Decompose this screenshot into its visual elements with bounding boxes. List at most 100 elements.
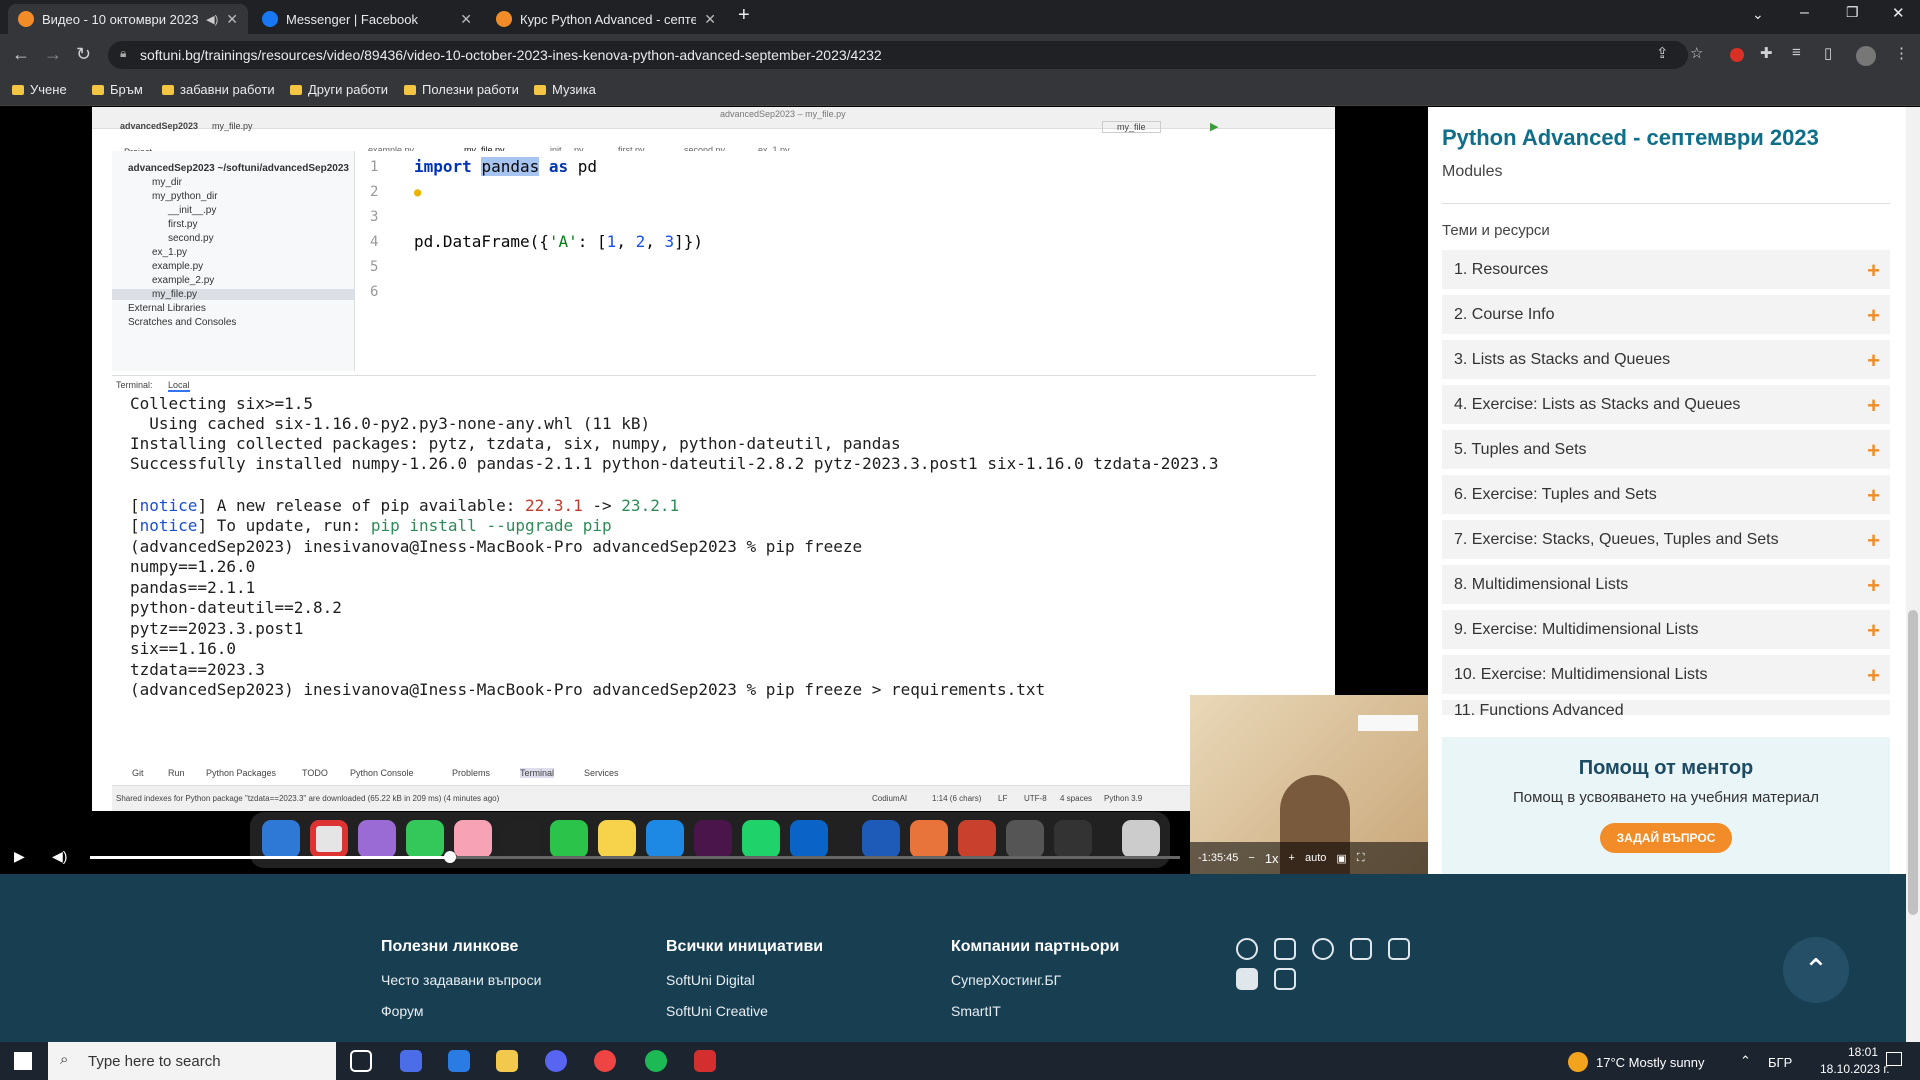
- footer-link[interactable]: Често задавани въпроси: [381, 972, 541, 988]
- new-tab-icon[interactable]: +: [738, 4, 750, 27]
- tree-item[interactable]: example_2.py: [152, 275, 214, 286]
- menu-icon[interactable]: ⋮: [1894, 44, 1909, 62]
- plus-icon[interactable]: +: [1867, 618, 1880, 644]
- scrollbar-thumb[interactable]: [1908, 610, 1918, 915]
- speed-label[interactable]: 1x: [1265, 851, 1279, 866]
- topic-item[interactable]: 9. Exercise: Multidimensional Lists +: [1442, 610, 1890, 650]
- bottom-tool-tab[interactable]: Git: [132, 768, 144, 778]
- status-item[interactable]: LF: [998, 794, 1007, 803]
- scroll-to-top-button[interactable]: ⌃: [1783, 937, 1849, 1003]
- bookmark-star-icon[interactable]: ☆: [1690, 44, 1703, 62]
- footer-link[interactable]: Форум: [381, 1003, 424, 1019]
- tree-item[interactable]: Scratches and Consoles: [128, 317, 236, 328]
- fullscreen-icon[interactable]: ⛶: [1357, 852, 1365, 865]
- tree-item[interactable]: __init__.py: [168, 205, 216, 216]
- language-indicator[interactable]: БГР: [1768, 1055, 1792, 1070]
- task-view-icon[interactable]: [350, 1050, 372, 1072]
- app-icon[interactable]: [694, 1050, 716, 1072]
- close-window-icon[interactable]: ✕: [1892, 4, 1905, 22]
- topic-item[interactable]: 6. Exercise: Tuples and Sets +: [1442, 475, 1890, 515]
- footer-link[interactable]: SmartIT: [951, 1003, 1001, 1019]
- progress-knob[interactable]: [444, 851, 456, 863]
- close-tab-icon[interactable]: ✕: [704, 11, 716, 28]
- topic-item[interactable]: 3. Lists as Stacks and Queues +: [1442, 340, 1890, 380]
- address-bar[interactable]: 🔒︎ softuni.bg/trainings/resources/video/…: [108, 41, 1688, 69]
- bottom-tool-tab[interactable]: TODO: [302, 768, 328, 778]
- tree-item[interactable]: my_python_dir: [152, 191, 218, 202]
- tab-messenger[interactable]: Messenger | Facebook ✕: [252, 4, 482, 34]
- profile-avatar[interactable]: [1856, 46, 1876, 66]
- speed-down-icon[interactable]: −: [1248, 852, 1254, 864]
- reload-icon[interactable]: ↻: [76, 44, 91, 65]
- bookmark-folder[interactable]: забавни работи: [162, 82, 275, 97]
- status-item[interactable]: CodiumAI: [872, 794, 907, 803]
- tab-video[interactable]: Видео - 10 октомври 2023 ◀) ✕: [8, 4, 248, 34]
- speaker-icon[interactable]: ◀): [206, 13, 218, 26]
- tree-item[interactable]: my_dir: [152, 177, 182, 188]
- lightbulb-icon[interactable]: ●: [414, 185, 421, 199]
- code-editor[interactable]: 1 2 3 4 5 6 import pandas as pd ● pd.Dat…: [356, 151, 1316, 371]
- youtube-icon[interactable]: [1236, 968, 1258, 990]
- tree-item[interactable]: first.py: [168, 219, 197, 230]
- pip-icon[interactable]: ▣: [1336, 852, 1346, 865]
- linkedin-icon[interactable]: [1388, 938, 1410, 960]
- plus-icon[interactable]: +: [1867, 528, 1880, 554]
- topic-item[interactable]: 1. Resources +: [1442, 250, 1890, 290]
- github-icon[interactable]: [1312, 938, 1334, 960]
- forward-icon[interactable]: →: [44, 44, 62, 65]
- back-icon[interactable]: ←: [12, 44, 30, 65]
- bookmark-folder[interactable]: Бръм: [92, 82, 143, 97]
- status-item[interactable]: 4 spaces: [1060, 794, 1092, 803]
- plus-icon[interactable]: +: [1867, 663, 1880, 689]
- bottom-tool-tab[interactable]: Python Console: [350, 768, 414, 778]
- play-icon[interactable]: ▶: [14, 848, 25, 865]
- topic-item[interactable]: 4. Exercise: Lists as Stacks and Queues +: [1442, 385, 1890, 425]
- status-item[interactable]: UTF-8: [1024, 794, 1047, 803]
- chrome-taskbar-icon[interactable]: [594, 1050, 616, 1072]
- plus-icon[interactable]: +: [1867, 438, 1880, 464]
- plus-icon[interactable]: +: [1867, 393, 1880, 419]
- bottom-tool-tab[interactable]: Run: [168, 768, 185, 778]
- plus-icon[interactable]: +: [1867, 258, 1880, 284]
- tiktok-icon[interactable]: [1350, 938, 1372, 960]
- weather-icon[interactable]: [1568, 1052, 1588, 1072]
- topic-item[interactable]: 5. Tuples and Sets +: [1442, 430, 1890, 470]
- volume-icon[interactable]: ◀): [52, 848, 67, 865]
- bottom-tool-tab[interactable]: Services: [584, 768, 619, 778]
- close-tab-icon[interactable]: ✕: [226, 11, 238, 28]
- footer-link[interactable]: СуперХостинг.БГ: [951, 972, 1061, 988]
- windows-start-icon[interactable]: [14, 1052, 32, 1070]
- side-panel-icon[interactable]: ▯: [1824, 44, 1832, 62]
- facebook-icon[interactable]: [1236, 938, 1258, 960]
- media-icon[interactable]: ≡: [1792, 44, 1801, 61]
- discord-icon[interactable]: [545, 1050, 567, 1072]
- topic-item[interactable]: 11. Functions Advanced: [1442, 700, 1890, 716]
- copilot-icon[interactable]: [400, 1050, 422, 1072]
- bottom-tool-tab-active[interactable]: Terminal: [520, 768, 555, 778]
- tab-search-icon[interactable]: ⌄: [1752, 6, 1764, 23]
- tray-chevron-icon[interactable]: ⌃: [1740, 1053, 1751, 1069]
- topic-item[interactable]: 8. Multidimensional Lists +: [1442, 565, 1890, 605]
- tree-item[interactable]: External Libraries: [128, 303, 206, 314]
- telegram-icon[interactable]: [1274, 968, 1296, 990]
- weather-text[interactable]: 17°C Mostly sunny: [1596, 1055, 1705, 1070]
- run-config-select[interactable]: my_file: [1102, 121, 1161, 133]
- tab-course[interactable]: Курс Python Advanced - септем ✕: [486, 4, 726, 34]
- status-item[interactable]: Python 3.9: [1104, 794, 1142, 803]
- footer-link[interactable]: SoftUni Digital: [666, 972, 755, 988]
- quality-label[interactable]: auto: [1305, 852, 1326, 864]
- run-icon[interactable]: ▶: [1210, 120, 1218, 133]
- course-title[interactable]: Python Advanced - септември 2023: [1442, 125, 1819, 151]
- plus-icon[interactable]: +: [1867, 573, 1880, 599]
- file-explorer-icon[interactable]: [496, 1050, 518, 1072]
- topic-item[interactable]: 2. Course Info +: [1442, 295, 1890, 335]
- terminal-local-tab[interactable]: Local: [168, 380, 190, 392]
- bookmark-folder[interactable]: Полезни работи: [404, 82, 519, 97]
- bookmark-folder[interactable]: Учене: [12, 82, 67, 97]
- plus-icon[interactable]: +: [1867, 348, 1880, 374]
- notifications-icon[interactable]: [1886, 1052, 1902, 1066]
- plus-icon[interactable]: +: [1867, 303, 1880, 329]
- plus-icon[interactable]: +: [1867, 483, 1880, 509]
- tree-item[interactable]: second.py: [168, 233, 214, 244]
- speed-up-icon[interactable]: +: [1289, 852, 1295, 864]
